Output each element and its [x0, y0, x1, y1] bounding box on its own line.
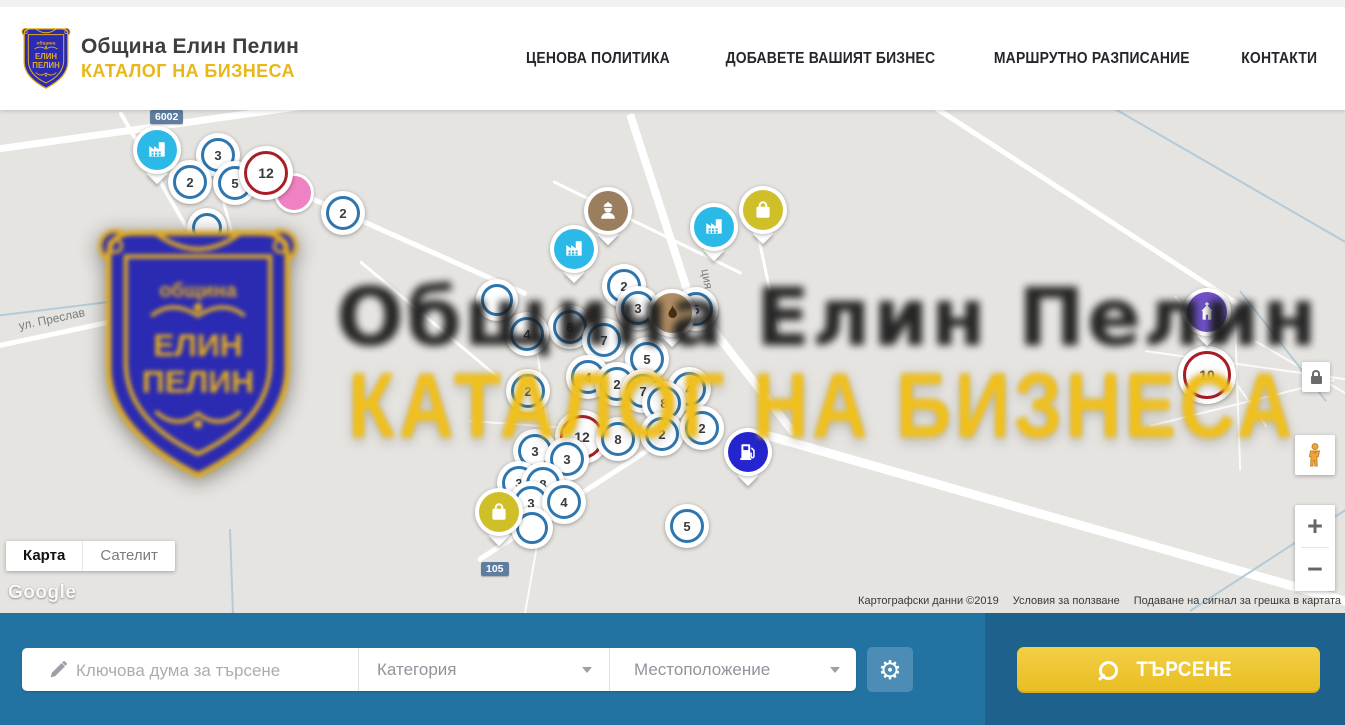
map-cluster-marker[interactable]: 4 [505, 312, 549, 356]
gear-icon: ⚙ [878, 657, 901, 683]
pencil-icon [48, 659, 69, 680]
field-divider [609, 648, 610, 691]
map-cluster-marker[interactable]: 2 [506, 369, 550, 413]
map-cluster-marker[interactable]: 2 [640, 412, 684, 456]
map-pin-bag[interactable] [475, 488, 523, 536]
category-select[interactable]: Категория [377, 648, 577, 691]
site-title: Община Елин Пелин [81, 35, 299, 59]
search-button-label: ТЪРСЕНЕ [1137, 658, 1233, 682]
search-field-group: Категория Местоположение [22, 648, 856, 691]
fullscreen-lock-button[interactable] [1302, 362, 1330, 392]
search-button[interactable]: ТЪРСЕНЕ [1017, 647, 1320, 693]
map-cluster-marker[interactable]: 8 [596, 417, 640, 461]
map-type-satellite-button[interactable]: Сателит [82, 541, 175, 571]
nav-route-schedule[interactable]: МАРШРУТНО РАЗПИСАНИЕ [994, 50, 1190, 68]
municipality-crest-icon: община ЕЛИН ПЕЛИН [20, 24, 72, 92]
site-logo[interactable]: община ЕЛИН ПЕЛИН Община Елин Пелин КАТА… [20, 24, 299, 92]
attribution-report-error-link[interactable]: Подаване на сигнал за грешка в картата [1134, 595, 1341, 607]
zoom-in-button[interactable]: + [1295, 505, 1335, 547]
map-pin-factory[interactable] [133, 126, 181, 174]
map-attribution: Картографски данни ©2019 Условия за полз… [858, 595, 1341, 607]
keyword-search-input[interactable] [74, 648, 353, 693]
attribution-terms-link[interactable]: Условия за ползване [1013, 595, 1120, 607]
pegman-icon [1304, 442, 1326, 468]
map-pin-factory[interactable] [550, 225, 598, 273]
street-view-pegman-button[interactable] [1295, 435, 1335, 475]
site-subtitle: КАТАЛОГ НА БИЗНЕСА [81, 61, 299, 82]
zoom-control: + − [1295, 505, 1335, 591]
svg-text:ЕЛИН: ЕЛИН [35, 52, 57, 61]
map-cluster-marker[interactable]: 5 [665, 504, 709, 548]
svg-text:ПЕЛИН: ПЕЛИН [32, 61, 60, 70]
map-type-map-button[interactable]: Карта [6, 541, 82, 571]
header: община ЕЛИН ПЕЛИН Община Елин Пелин КАТА… [0, 0, 1345, 110]
map-pin-church[interactable] [1183, 288, 1231, 336]
attribution-copyright: Картографски данни ©2019 [858, 595, 999, 607]
map-pin-flame[interactable] [648, 289, 696, 337]
main-nav: ЦЕНОВА ПОЛИТИКА ДОБАВЕТЕ ВАШИЯТ БИЗНЕС М… [518, 7, 1321, 110]
map-cluster-marker[interactable] [476, 279, 518, 321]
lock-icon [1311, 376, 1322, 384]
field-divider [358, 648, 359, 691]
zoom-out-button[interactable]: − [1295, 548, 1335, 590]
category-select-value: Категория [377, 660, 456, 680]
brand-text: Община Елин Пелин КАТАЛОГ НА БИЗНЕСА [81, 35, 299, 82]
map-pin-fuel[interactable] [724, 428, 772, 476]
location-select-value: Местоположение [634, 660, 770, 680]
map-canvas[interactable]: ул. Преславбул. „Новоселция6002105 32512… [0, 110, 1345, 613]
nav-pricing-policy[interactable]: ЦЕНОВА ПОЛИТИКА [526, 50, 670, 68]
map-pin-factory[interactable] [690, 203, 738, 251]
location-caret-icon [830, 667, 840, 673]
location-select[interactable]: Местоположение [634, 648, 824, 691]
map-cluster-marker[interactable] [187, 208, 227, 248]
map-cluster-marker[interactable]: 10 [1178, 346, 1236, 404]
map-cluster-marker[interactable]: 2 [321, 191, 365, 235]
page: община ЕЛИН ПЕЛИН Община Елин Пелин КАТА… [0, 0, 1345, 725]
search-bar: Категория Местоположение ⚙ ТЪРСЕНЕ [0, 613, 1345, 725]
google-logo[interactable]: Google [8, 582, 76, 604]
map-cluster-marker[interactable]: 12 [239, 146, 293, 200]
nav-contacts[interactable]: КОНТАКТИ [1241, 50, 1317, 68]
search-icon [1095, 657, 1122, 684]
map-pin-bag[interactable] [739, 186, 787, 234]
nav-add-your-business[interactable]: ДОБАВЕТЕ ВАШИЯТ БИЗНЕС [726, 50, 936, 68]
map-cluster-marker[interactable]: 2 [680, 406, 724, 450]
advanced-settings-button[interactable]: ⚙ [867, 647, 913, 692]
map-type-control: Карта Сателит [6, 541, 175, 571]
map-markers: 325122235647542274812822333834510 [0, 110, 1345, 613]
category-caret-icon [582, 667, 592, 673]
